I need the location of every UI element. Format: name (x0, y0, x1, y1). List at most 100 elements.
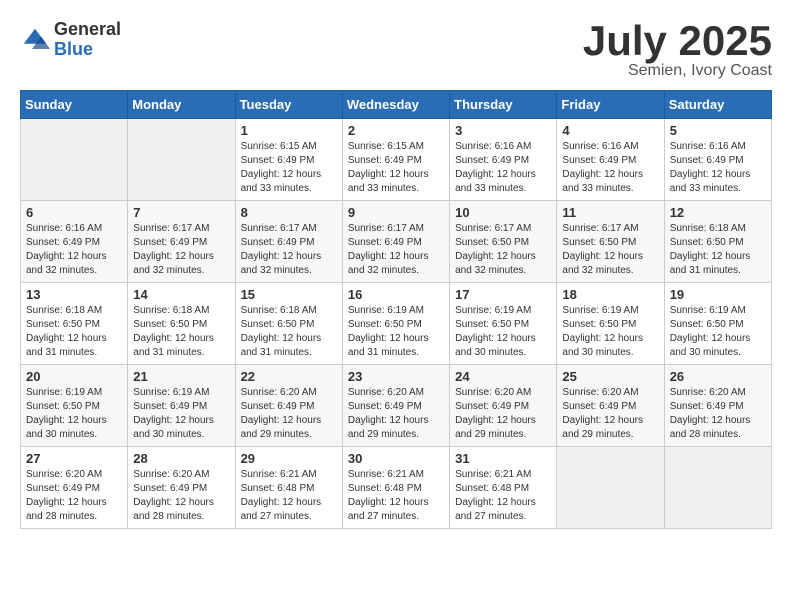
calendar-week-row: 6 Sunrise: 6:16 AMSunset: 6:49 PMDaylight… (21, 201, 772, 283)
calendar-cell: 12 Sunrise: 6:18 AMSunset: 6:50 PMDayligh… (664, 201, 771, 283)
day-info: Sunrise: 6:19 AMSunset: 6:50 PMDaylight:… (670, 304, 766, 360)
day-number: 14 (133, 287, 229, 302)
calendar-cell: 8 Sunrise: 6:17 AMSunset: 6:49 PMDaylight… (235, 201, 342, 283)
day-number: 13 (26, 287, 122, 302)
logo-text: General Blue (54, 20, 121, 60)
calendar-week-row: 20 Sunrise: 6:19 AMSunset: 6:50 PMDayligh… (21, 365, 772, 447)
calendar-cell: 25Sunrise: 6:20 AMSunset: 6:49 PMDayligh… (557, 365, 664, 447)
calendar-cell: 5 Sunrise: 6:16 AMSunset: 6:49 PMDaylight… (664, 119, 771, 201)
calendar-cell: 15Sunrise: 6:18 AMSunset: 6:50 PMDayligh… (235, 283, 342, 365)
calendar-cell: 28Sunrise: 6:20 AMSunset: 6:49 PMDayligh… (128, 447, 235, 529)
day-number: 1 (241, 123, 337, 138)
calendar-cell: 30 Sunrise: 6:21 AMSunset: 6:48 PMDayligh… (342, 447, 449, 529)
calendar-cell: 27 Sunrise: 6:20 AMSunset: 6:49 PMDayligh… (21, 447, 128, 529)
weekday-header: Saturday (664, 91, 771, 119)
day-number: 16 (348, 287, 444, 302)
day-number: 24 (455, 369, 551, 384)
day-number: 30 (348, 451, 444, 466)
day-number: 26 (670, 369, 766, 384)
day-info: Sunrise: 6:19 AMSunset: 6:50 PMDaylight:… (348, 304, 444, 360)
day-number: 2 (348, 123, 444, 138)
weekday-header: Friday (557, 91, 664, 119)
day-number: 3 (455, 123, 551, 138)
day-number: 8 (241, 205, 337, 220)
calendar-cell (557, 447, 664, 529)
calendar-week-row: 1 Sunrise: 6:15 AMSunset: 6:49 PMDaylight… (21, 119, 772, 201)
day-info: Sunrise: 6:20 AMSunset: 6:49 PMDaylight:… (241, 386, 337, 442)
calendar-cell: 7 Sunrise: 6:17 AMSunset: 6:49 PMDaylight… (128, 201, 235, 283)
day-info: Sunrise: 6:17 AMSunset: 6:50 PMDaylight:… (562, 222, 658, 278)
logo: General Blue (20, 20, 121, 60)
day-info: Sunrise: 6:20 AMSunset: 6:49 PMDaylight:… (455, 386, 551, 442)
day-number: 29 (241, 451, 337, 466)
day-info: Sunrise: 6:21 AMSunset: 6:48 PMDaylight:… (348, 468, 444, 524)
day-info: Sunrise: 6:20 AMSunset: 6:49 PMDaylight:… (670, 386, 766, 442)
day-info: Sunrise: 6:17 AMSunset: 6:49 PMDaylight:… (348, 222, 444, 278)
calendar-cell: 3 Sunrise: 6:16 AMSunset: 6:49 PMDaylight… (450, 119, 557, 201)
day-number: 10 (455, 205, 551, 220)
day-info: Sunrise: 6:17 AMSunset: 6:49 PMDaylight:… (133, 222, 229, 278)
calendar-cell: 11 Sunrise: 6:17 AMSunset: 6:50 PMDayligh… (557, 201, 664, 283)
calendar-cell: 4Sunrise: 6:16 AMSunset: 6:49 PMDaylight… (557, 119, 664, 201)
day-number: 7 (133, 205, 229, 220)
day-number: 4 (562, 123, 658, 138)
calendar-cell: 22 Sunrise: 6:20 AMSunset: 6:49 PMDayligh… (235, 365, 342, 447)
day-info: Sunrise: 6:19 AMSunset: 6:49 PMDaylight:… (133, 386, 229, 442)
day-info: Sunrise: 6:20 AMSunset: 6:49 PMDaylight:… (26, 468, 122, 524)
day-info: Sunrise: 6:17 AMSunset: 6:50 PMDaylight:… (455, 222, 551, 278)
calendar-cell: 20 Sunrise: 6:19 AMSunset: 6:50 PMDayligh… (21, 365, 128, 447)
day-number: 21 (133, 369, 229, 384)
day-info: Sunrise: 6:20 AMSunset: 6:49 PMDaylight:… (348, 386, 444, 442)
weekday-header: Thursday (450, 91, 557, 119)
day-info: Sunrise: 6:19 AMSunset: 6:50 PMDaylight:… (455, 304, 551, 360)
day-info: Sunrise: 6:16 AMSunset: 6:49 PMDaylight:… (670, 140, 766, 196)
day-info: Sunrise: 6:18 AMSunset: 6:50 PMDaylight:… (670, 222, 766, 278)
day-number: 5 (670, 123, 766, 138)
day-info: Sunrise: 6:17 AMSunset: 6:49 PMDaylight:… (241, 222, 337, 278)
day-info: Sunrise: 6:19 AMSunset: 6:50 PMDaylight:… (26, 386, 122, 442)
calendar-cell: 10 Sunrise: 6:17 AMSunset: 6:50 PMDayligh… (450, 201, 557, 283)
day-info: Sunrise: 6:15 AMSunset: 6:49 PMDaylight:… (348, 140, 444, 196)
calendar-cell: 29Sunrise: 6:21 AMSunset: 6:48 PMDayligh… (235, 447, 342, 529)
weekday-header: Tuesday (235, 91, 342, 119)
calendar-cell: 26 Sunrise: 6:20 AMSunset: 6:49 PMDayligh… (664, 365, 771, 447)
weekday-header-row: SundayMondayTuesdayWednesdayThursdayFrid… (21, 91, 772, 119)
weekday-header: Wednesday (342, 91, 449, 119)
calendar-cell: 13 Sunrise: 6:18 AMSunset: 6:50 PMDayligh… (21, 283, 128, 365)
calendar-cell: 6 Sunrise: 6:16 AMSunset: 6:49 PMDaylight… (21, 201, 128, 283)
day-info: Sunrise: 6:18 AMSunset: 6:50 PMDaylight:… (133, 304, 229, 360)
day-number: 6 (26, 205, 122, 220)
logo-icon (20, 25, 50, 55)
day-number: 25 (562, 369, 658, 384)
weekday-header: Sunday (21, 91, 128, 119)
day-number: 18 (562, 287, 658, 302)
calendar-week-row: 13 Sunrise: 6:18 AMSunset: 6:50 PMDayligh… (21, 283, 772, 365)
calendar-cell: 21 Sunrise: 6:19 AMSunset: 6:49 PMDayligh… (128, 365, 235, 447)
day-number: 27 (26, 451, 122, 466)
logo-blue: Blue (54, 40, 121, 60)
day-number: 9 (348, 205, 444, 220)
calendar-cell (21, 119, 128, 201)
day-number: 12 (670, 205, 766, 220)
calendar-cell: 1 Sunrise: 6:15 AMSunset: 6:49 PMDaylight… (235, 119, 342, 201)
calendar-cell: 17 Sunrise: 6:19 AMSunset: 6:50 PMDayligh… (450, 283, 557, 365)
calendar-cell (664, 447, 771, 529)
day-number: 28 (133, 451, 229, 466)
day-number: 31 (455, 451, 551, 466)
day-info: Sunrise: 6:21 AMSunset: 6:48 PMDaylight:… (455, 468, 551, 524)
day-number: 17 (455, 287, 551, 302)
weekday-header: Monday (128, 91, 235, 119)
location: Semien, Ivory Coast (583, 62, 772, 80)
calendar-cell: 23Sunrise: 6:20 AMSunset: 6:49 PMDayligh… (342, 365, 449, 447)
logo-general: General (54, 20, 121, 40)
day-number: 22 (241, 369, 337, 384)
day-info: Sunrise: 6:16 AMSunset: 6:49 PMDaylight:… (26, 222, 122, 278)
day-number: 11 (562, 205, 658, 220)
day-info: Sunrise: 6:18 AMSunset: 6:50 PMDaylight:… (26, 304, 122, 360)
day-info: Sunrise: 6:15 AMSunset: 6:49 PMDaylight:… (241, 140, 337, 196)
day-number: 20 (26, 369, 122, 384)
calendar-cell: 9 Sunrise: 6:17 AMSunset: 6:49 PMDaylight… (342, 201, 449, 283)
calendar-cell: 19Sunrise: 6:19 AMSunset: 6:50 PMDayligh… (664, 283, 771, 365)
calendar: SundayMondayTuesdayWednesdayThursdayFrid… (20, 90, 772, 529)
day-info: Sunrise: 6:16 AMSunset: 6:49 PMDaylight:… (455, 140, 551, 196)
